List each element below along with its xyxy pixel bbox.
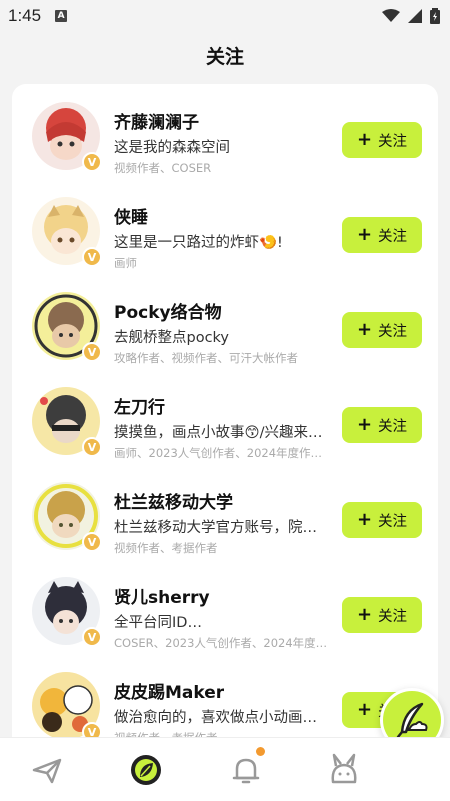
paper-plane-icon (32, 758, 62, 784)
avatar[interactable]: V (32, 672, 102, 742)
page-title: 关注 (205, 46, 244, 68)
follow-button[interactable]: + 关注 (342, 502, 422, 538)
follow-list: V 齐藤澜澜子 这是我的森森空间 视频作者、COSER + 关注 V 侠睡 这里… (12, 84, 438, 784)
user-name[interactable]: 杜兰兹移动大学 (114, 488, 233, 513)
avatar[interactable]: V (32, 102, 102, 172)
bottom-tab-bar (0, 737, 450, 801)
user-bio: 这是我的森森空间 (114, 140, 230, 156)
follow-button-label: 关注 (378, 608, 408, 625)
tab-following[interactable] (124, 748, 168, 792)
user-bio: 做治愈向的，喜欢做点小动画… (114, 710, 317, 726)
user-name[interactable]: 贤儿sherry (114, 583, 210, 608)
follow-button[interactable]: + 关注 (342, 122, 422, 158)
avatar[interactable]: V (32, 197, 102, 267)
status-time: 1:45 (8, 6, 42, 25)
battery-icon (430, 8, 440, 24)
follow-button-label: 关注 (378, 513, 408, 530)
leaf-badge-icon (131, 755, 161, 785)
user-name[interactable]: 齐藤澜澜子 (114, 108, 199, 133)
user-name[interactable]: Pocky络合物 (114, 298, 222, 323)
user-name[interactable]: 皮皮踢Maker (114, 678, 224, 703)
status-bar: 1:45 A (0, 0, 450, 32)
user-bio: 杜兰兹移动大学官方账号，院… (114, 520, 317, 536)
plus-icon: + (356, 509, 373, 530)
notification-dot (256, 747, 265, 756)
avatar[interactable]: V (32, 292, 102, 362)
user-name[interactable]: 侠睡 (114, 203, 148, 228)
avatar[interactable]: V (32, 387, 102, 457)
user-bio: 全平台同ID… (114, 615, 202, 631)
user-bio: 这里是一只路过的炸虾🍤! (114, 235, 283, 251)
notification-icon: A (55, 10, 68, 22)
plus-icon: + (356, 414, 373, 435)
follow-button-label: 关注 (378, 133, 408, 150)
user-name[interactable]: 左刀行 (114, 393, 165, 418)
user-tags: COSER、2023人气创作者、2024年度… (114, 636, 328, 650)
list-item[interactable]: V 杜兰兹移动大学 杜兰兹移动大学官方账号，院… 视频作者、考据作者 + 关注 (12, 464, 438, 559)
verified-badge-icon: V (82, 437, 102, 457)
tab-profile[interactable] (322, 748, 366, 792)
plus-icon: + (356, 129, 373, 150)
follow-button-label: 关注 (378, 323, 408, 340)
plus-icon: + (356, 699, 373, 720)
user-tags: 视频作者、COSER (114, 161, 212, 175)
user-bio: 去舰桥整点pocky (114, 330, 230, 346)
list-item[interactable]: V 侠睡 这里是一只路过的炸虾🍤! 画师 + 关注 (12, 179, 438, 274)
plus-icon: + (356, 604, 373, 625)
avatar[interactable]: V (32, 482, 102, 552)
follow-button[interactable]: + 关注 (342, 597, 422, 633)
wifi-icon (382, 9, 400, 22)
follow-button[interactable]: + 关注 (342, 407, 422, 443)
list-item[interactable]: V 齐藤澜澜子 这是我的森森空间 视频作者、COSER + 关注 (12, 84, 438, 179)
status-icons (382, 8, 440, 24)
verified-badge-icon: V (82, 627, 102, 647)
follow-button[interactable]: + 关注 (342, 217, 422, 253)
list-item[interactable]: V 左刀行 摸摸鱼，画点小故事😙/兴趣来… 画师、2023人气创作者、2024年… (12, 369, 438, 464)
plus-icon: + (356, 224, 373, 245)
user-tags: 视频作者、考据作者 (114, 541, 218, 555)
user-tags: 攻略作者、视频作者、可汗大帐作者 (114, 351, 298, 365)
tab-home[interactable] (26, 748, 70, 792)
list-item[interactable]: V 贤儿sherry 全平台同ID… COSER、2023人气创作者、2024年… (12, 559, 438, 654)
plus-icon: + (356, 319, 373, 340)
list-item[interactable]: V 皮皮踢Maker 做治愈向的，喜欢做点小动画… 视频作者、考据作者 + 关注 (12, 654, 438, 749)
signal-icon (408, 9, 422, 23)
verified-badge-icon: V (82, 152, 102, 172)
user-tags: 画师、2023人气创作者、2024年度作… (114, 446, 323, 460)
feather-pen-icon (396, 702, 428, 739)
list-item[interactable]: V Pocky络合物 去舰桥整点pocky 攻略作者、视频作者、可汗大帐作者 +… (12, 274, 438, 369)
follow-button-label: 关注 (378, 228, 408, 245)
bunny-icon (331, 753, 357, 784)
follow-button-label: 关注 (378, 418, 408, 435)
bell-icon (232, 758, 260, 784)
verified-badge-icon: V (82, 532, 102, 552)
verified-badge-icon: V (82, 342, 102, 362)
avatar[interactable]: V (32, 577, 102, 647)
verified-badge-icon: V (82, 247, 102, 267)
follow-button[interactable]: + 关注 (342, 312, 422, 348)
user-tags: 画师 (114, 256, 137, 270)
user-bio: 摸摸鱼，画点小故事😙/兴趣来… (114, 425, 323, 441)
